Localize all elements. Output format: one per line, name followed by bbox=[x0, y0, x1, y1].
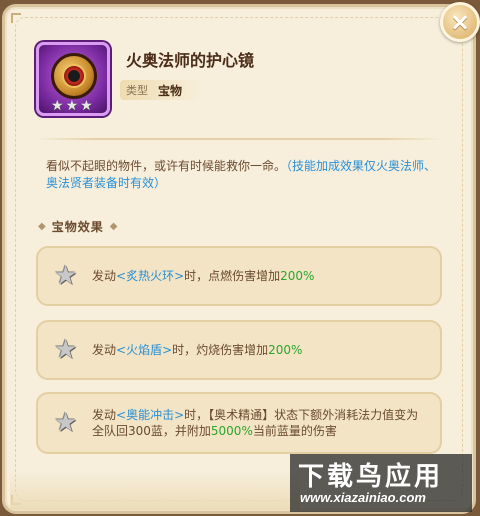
description-text: 看似不起眼的物件，或许有时候能救你一命。 bbox=[46, 159, 287, 173]
effect-prefix: 发动 bbox=[92, 343, 117, 357]
effect-text: 发动<火焰盾>时，灼烧伤害增加200% bbox=[92, 342, 422, 358]
close-button[interactable]: × bbox=[440, 2, 480, 42]
corner-ornament bbox=[11, 13, 21, 23]
item-type-row: 类型 宝物 bbox=[120, 80, 204, 100]
effect-value: 200% bbox=[280, 269, 315, 283]
effect-card: ★ 发动<火焰盾>时，灼烧伤害增加200% bbox=[36, 320, 442, 380]
close-icon: × bbox=[449, 8, 471, 36]
star-icon: ★ bbox=[54, 335, 78, 365]
effect-prefix: 发动 bbox=[92, 269, 117, 283]
effect-suffix: 当前蓝量的伤害 bbox=[252, 424, 337, 438]
section-title: ◆ 宝物效果 ◆ bbox=[38, 218, 117, 235]
effect-prefix: 发动 bbox=[92, 408, 117, 422]
type-value: 宝物 bbox=[158, 83, 183, 98]
diamond-icon: ◆ bbox=[38, 221, 46, 232]
effect-text: 发动<奥能冲击>时，【奥术精通】状态下额外消耗法力值变为全队回300蓝，并附加5… bbox=[92, 407, 422, 439]
effect-value: 200% bbox=[268, 343, 303, 357]
watermark-url: www.xiazainiao.com bbox=[300, 490, 426, 505]
mirror-center-icon bbox=[62, 64, 86, 88]
effect-mid: 时，灼烧伤害增加 bbox=[172, 343, 269, 357]
effect-value: 5000% bbox=[210, 424, 253, 438]
section-title-text: 宝物效果 bbox=[51, 220, 104, 234]
watermark-title: 下载鸟应用 bbox=[298, 462, 444, 492]
star-icon: ★ bbox=[65, 98, 79, 114]
type-label: 类型 bbox=[126, 84, 148, 97]
effect-skill: <炙热火环> bbox=[116, 269, 185, 283]
divider bbox=[34, 138, 444, 140]
protective-mirror-icon bbox=[51, 53, 97, 99]
item-star-rating: ★ ★ ★ bbox=[51, 99, 93, 113]
star-icon: ★ bbox=[51, 98, 64, 114]
effect-text: 发动<炙热火环>时，点燃伤害增加200% bbox=[92, 268, 422, 284]
diamond-icon: ◆ bbox=[109, 221, 118, 232]
item-name: 火奥法师的护心镜 bbox=[126, 51, 255, 70]
star-icon: ★ bbox=[80, 98, 93, 114]
effect-skill: <奥能冲击> bbox=[116, 408, 185, 422]
ground-decoration bbox=[10, 470, 300, 510]
watermark: 下载鸟应用 www.xiazainiao.com bbox=[290, 454, 472, 512]
effect-card: ★ 发动<炙热火环>时，点燃伤害增加200% bbox=[36, 246, 442, 306]
item-icon-frame: ★ ★ ★ bbox=[36, 42, 110, 116]
effect-skill: <火焰盾> bbox=[116, 343, 173, 357]
effect-card: ★ 发动<奥能冲击>时，【奥术精通】状态下额外消耗法力值变为全队回300蓝，并附… bbox=[36, 392, 442, 454]
effect-mid: 时，点燃伤害增加 bbox=[184, 269, 281, 283]
star-icon: ★ bbox=[54, 408, 78, 438]
item-description: 看似不起眼的物件，或许有时候能救你一命。（技能加成效果仅火奥法师、奥法贤者装备时… bbox=[46, 158, 438, 192]
star-icon: ★ bbox=[54, 261, 78, 291]
